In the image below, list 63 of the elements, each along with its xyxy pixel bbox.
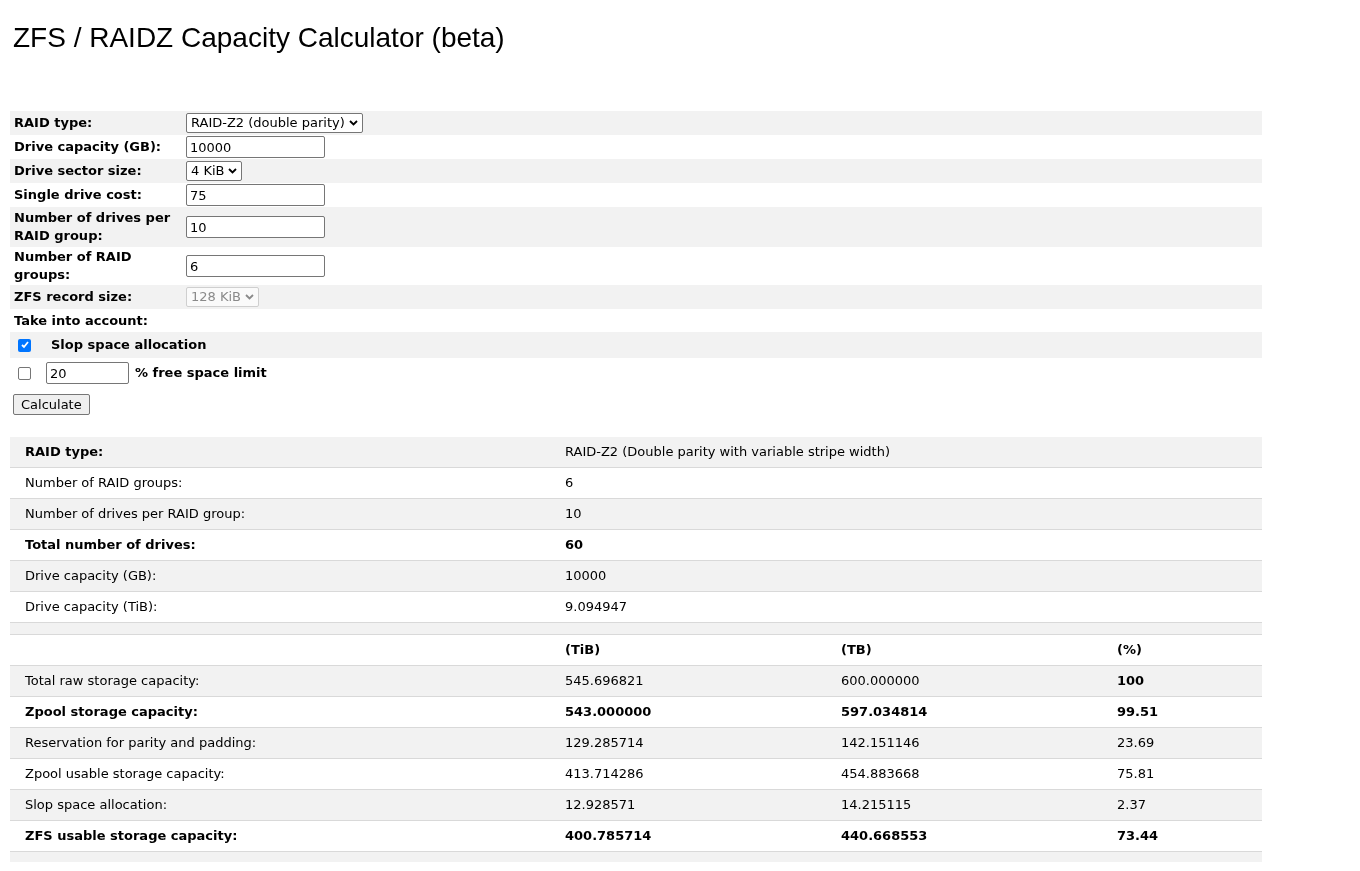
table-cell-text: 129.285714 xyxy=(565,734,645,753)
input-field[interactable]: 20 xyxy=(46,362,129,384)
caret-icon xyxy=(245,294,254,300)
table-cell-text: 10 xyxy=(565,505,582,524)
table-cell-text: Total raw storage capacity: xyxy=(24,672,201,691)
input-field[interactable]: 6 xyxy=(186,255,325,277)
dropdown[interactable]: RAID-Z2 (double parity) xyxy=(186,113,363,133)
table-cell-text: 543.000000 xyxy=(565,703,653,722)
field-label: Drive capacity (GB): xyxy=(14,138,163,156)
table-cell-text: 14.215115 xyxy=(841,796,913,815)
table-cell-text: Reservation for parity and padding: xyxy=(24,734,258,753)
table-cell-text: 9.094947 xyxy=(565,598,628,617)
page-title: ZFS / RAIDZ Capacity Calculator (beta) xyxy=(12,21,506,55)
calculate-button[interactable]: Calculate xyxy=(13,394,90,415)
table-cell-text: RAID type: xyxy=(24,443,105,462)
column-header: (TB) xyxy=(841,641,873,660)
field-label: RAID type: xyxy=(14,114,94,132)
table-cell-text: 99.51 xyxy=(1117,703,1159,722)
table-cell-text: 23.69 xyxy=(1117,734,1155,753)
table-cell-text: 142.151146 xyxy=(841,734,921,753)
table-cell-text: ZFS usable storage capacity: xyxy=(24,827,239,846)
table-cell-text: Slop space allocation: xyxy=(24,796,168,815)
checkbox[interactable] xyxy=(18,338,31,352)
field-label: ZFS record size: xyxy=(14,288,134,306)
column-header: (TiB) xyxy=(565,641,602,660)
table-cell-text: 100 xyxy=(1117,672,1145,691)
unit-label: % free space limit xyxy=(135,364,267,383)
table-cell-text: 73.44 xyxy=(1117,827,1159,846)
field-label: Single drive cost: xyxy=(14,186,143,204)
table-cell-text: Zpool storage capacity: xyxy=(24,703,199,722)
table-cell-text: 440.668553 xyxy=(841,827,929,846)
table-cell-text: 6 xyxy=(565,474,574,493)
field-label: Take into account: xyxy=(14,311,149,330)
table-cell-text: Number of drives per RAID group: xyxy=(24,505,247,524)
field-label: Drive sector size: xyxy=(14,162,143,180)
table-cell-text: 75.81 xyxy=(1117,765,1155,784)
table-cell-text: 60 xyxy=(565,536,584,555)
table-cell-text: Number of RAID groups: xyxy=(24,474,184,493)
field-label: Number of RAID groups: xyxy=(14,248,133,284)
option-label: Slop space allocation xyxy=(51,336,207,355)
dropdown[interactable]: 4 KiB xyxy=(186,161,243,181)
caret-icon xyxy=(348,120,358,126)
input-field[interactable]: 10000 xyxy=(186,136,325,158)
table-cell-text: 400.785714 xyxy=(565,827,653,846)
table-cell-text: Drive capacity (GB): xyxy=(24,567,158,586)
table-cell-text: Zpool usable storage capacity: xyxy=(24,765,226,784)
table-cell-text: RAID-Z2 (Double parity with variable stripe width) xyxy=(565,443,890,462)
checkbox[interactable] xyxy=(18,366,31,380)
table-cell-text: 2.37 xyxy=(1117,796,1146,815)
table-cell-text: 10000 xyxy=(565,567,607,586)
table-cell-text: 545.696821 xyxy=(565,672,645,691)
table-cell-text: 600.000000 xyxy=(841,672,921,691)
table-cell-text: 597.034814 xyxy=(841,703,929,722)
table-cell-text: 12.928571 xyxy=(565,796,637,815)
input-field[interactable]: 75 xyxy=(186,184,325,206)
column-header: (%) xyxy=(1117,641,1142,660)
input-field[interactable]: 10 xyxy=(186,216,325,238)
table-cell-text: 454.883668 xyxy=(841,765,921,784)
table-cell-text: 413.714286 xyxy=(565,765,645,784)
field-label: Number of drives per RAID group: xyxy=(14,209,172,245)
caret-icon xyxy=(228,168,238,174)
table-cell-text: Drive capacity (TiB): xyxy=(24,598,159,617)
table-cell-text: Total number of drives: xyxy=(24,536,197,555)
